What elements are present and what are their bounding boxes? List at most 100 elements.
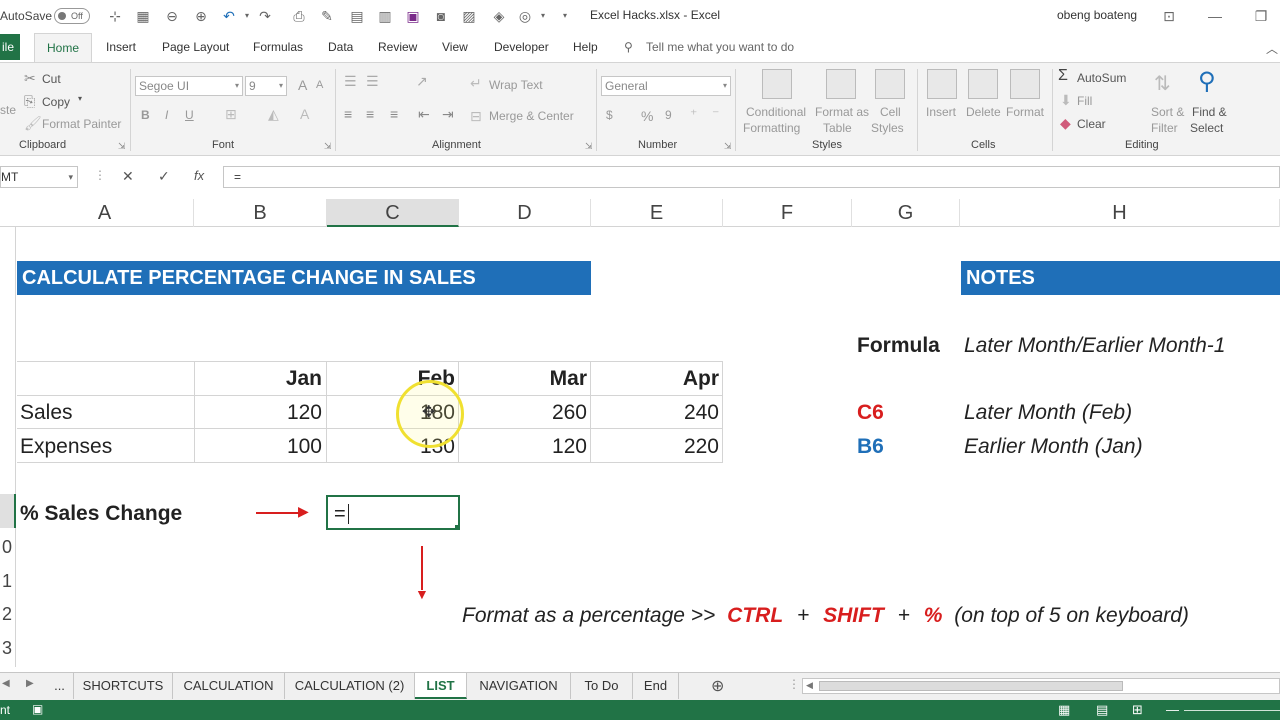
insert-cells-icon[interactable] — [927, 69, 957, 99]
enter-button[interactable]: ✓ — [158, 168, 170, 185]
column-header-a[interactable]: A — [16, 199, 194, 227]
active-row-header[interactable] — [0, 494, 16, 528]
zoom-out-icon[interactable]: ⊖ — [163, 7, 181, 25]
column-header-d[interactable]: D — [459, 199, 591, 227]
form-icon[interactable]: ▤ — [348, 7, 366, 25]
find-select-icon[interactable]: ⚲ — [1198, 67, 1216, 96]
column-header-g[interactable]: G — [852, 199, 960, 227]
format-as-table-icon[interactable] — [826, 69, 856, 99]
sheet-tab-navigation[interactable]: NAVIGATION — [467, 673, 571, 699]
format-cells-button[interactable]: Format — [1006, 105, 1044, 119]
spelling-icon[interactable]: ✎ — [318, 7, 336, 25]
tab-file[interactable]: ile — [0, 34, 20, 60]
fill-button[interactable]: Fill — [1077, 94, 1092, 108]
shrink-font-button[interactable]: A — [316, 79, 323, 91]
clipboard-launcher-icon[interactable]: ⇲ — [118, 141, 126, 152]
delete-cells-icon[interactable] — [968, 69, 998, 99]
conditional-formatting-icon[interactable] — [762, 69, 792, 99]
sheet-tab-calculation[interactable]: CALCULATION — [173, 673, 285, 699]
print-preview-icon[interactable]: ⎙ — [290, 7, 308, 25]
find-select-button[interactable]: Find & — [1192, 105, 1227, 119]
sort-filter-button-line2[interactable]: Filter — [1151, 121, 1178, 135]
shapes-icon[interactable]: ◈ — [490, 7, 508, 25]
row-header[interactable]: 1 — [0, 571, 12, 592]
align-right-icon[interactable]: ≡ — [390, 106, 398, 122]
align-center-icon[interactable]: ≡ — [366, 106, 374, 122]
restore-icon[interactable]: ❐ — [1252, 7, 1270, 25]
tab-home[interactable]: Home — [34, 33, 92, 63]
sheet-tab-shortcuts[interactable]: SHORTCUTS — [74, 673, 173, 699]
decrease-indent-icon[interactable]: ⇤ — [418, 106, 430, 123]
align-middle-icon[interactable]: ☰ — [366, 73, 379, 90]
autosum-icon[interactable]: Σ — [1058, 67, 1068, 85]
tab-developer[interactable]: Developer — [494, 40, 549, 54]
underline-button[interactable]: U — [185, 108, 194, 122]
column-header-h[interactable]: H — [960, 199, 1280, 227]
horizontal-scrollbar[interactable]: ◀ — [802, 678, 1280, 694]
tab-split-icon[interactable]: ⋮ — [788, 677, 800, 691]
circle-icon[interactable]: ◎ — [516, 7, 534, 25]
fill-color-icon[interactable]: ◭ — [268, 106, 279, 123]
merge-icon[interactable]: ⊟ — [470, 108, 482, 125]
grid-icon[interactable]: ▦ — [134, 7, 152, 25]
tab-help[interactable]: Help — [573, 40, 598, 54]
table-cell[interactable] — [17, 362, 195, 396]
format-painter-icon[interactable]: 🖌 — [24, 115, 42, 132]
font-name-combo[interactable]: Segoe UI ▾ — [135, 76, 243, 96]
formula-input[interactable]: = — [223, 166, 1280, 188]
comma-button[interactable]: 9 — [665, 108, 672, 122]
align-left-icon[interactable]: ≡ — [344, 106, 352, 122]
autosave-toggle[interactable]: Off — [54, 8, 90, 24]
tab-review[interactable]: Review — [378, 40, 417, 54]
find-select-button-line2[interactable]: Select — [1190, 121, 1223, 135]
active-cell-c7[interactable]: = — [326, 495, 460, 530]
customize-qat-icon[interactable]: ▾ — [556, 7, 574, 25]
wrap-text-icon[interactable]: ↵ — [470, 75, 482, 92]
column-header-b[interactable]: B — [194, 199, 327, 227]
tab-data[interactable]: Data — [328, 40, 353, 54]
clear-icon[interactable]: ◆ — [1060, 115, 1071, 132]
italic-button[interactable]: I — [165, 108, 168, 122]
row-header[interactable]: 2 — [0, 604, 12, 625]
scroll-next-tab-icon[interactable]: ▶ — [26, 678, 34, 689]
cell-styles-icon[interactable] — [875, 69, 905, 99]
decrease-decimal-icon[interactable]: ⁻ — [712, 106, 719, 123]
undo-dropdown-icon[interactable]: ▾ — [238, 7, 256, 25]
cancel-button[interactable]: ✕ — [122, 168, 134, 185]
copy-icon[interactable]: ⎘ — [24, 93, 35, 110]
sheet-tab-list[interactable]: LIST — [415, 673, 467, 699]
redo-icon[interactable]: ↷ — [256, 7, 274, 25]
scroll-left-icon[interactable]: ◀ — [806, 680, 813, 691]
fill-handle[interactable] — [455, 525, 460, 530]
sheet-tab-calculation-2[interactable]: CALCULATION (2) — [285, 673, 415, 699]
delete-cells-button[interactable]: Delete — [966, 105, 1001, 119]
font-size-combo[interactable]: 9 ▾ — [245, 76, 287, 96]
currency-button[interactable]: $ — [606, 108, 613, 122]
merge-center-button[interactable]: Merge & Center — [489, 109, 574, 123]
tab-formulas[interactable]: Formulas — [253, 40, 303, 54]
fill-icon[interactable]: ⬇ — [1060, 92, 1072, 109]
table-icon[interactable]: ▥ — [376, 7, 394, 25]
tab-ellipsis[interactable]: ... — [46, 673, 74, 699]
increase-decimal-icon[interactable]: ⁺ — [690, 106, 697, 123]
tell-me-box[interactable]: Tell me what you want to do — [646, 40, 794, 54]
tab-page-layout[interactable]: Page Layout — [162, 40, 229, 54]
name-box[interactable]: MT ▾ — [0, 166, 78, 188]
tab-view[interactable]: View — [442, 40, 468, 54]
row-header[interactable]: 3 — [0, 638, 12, 659]
cell-styles-button-line2[interactable]: Styles — [871, 121, 904, 135]
format-as-table-button[interactable]: Format as — [815, 105, 869, 119]
bold-button[interactable]: B — [141, 108, 150, 122]
macro-record-icon[interactable]: ▣ — [32, 702, 43, 716]
alignment-launcher-icon[interactable]: ⇲ — [585, 141, 593, 152]
cut-icon[interactable]: ✂ — [24, 70, 36, 87]
borders-icon[interactable]: ⊞ — [225, 106, 237, 123]
increase-indent-icon[interactable]: ⇥ — [442, 106, 454, 123]
save-icon[interactable]: ▣ — [404, 7, 422, 25]
align-top-icon[interactable]: ☰ — [344, 73, 357, 90]
ribbon-collapse-icon[interactable]: ︿ — [1266, 40, 1278, 57]
sheet-tab-to-do[interactable]: To Do — [571, 673, 633, 699]
zoom-out-status-icon[interactable]: — — [1166, 702, 1179, 717]
format-cells-icon[interactable] — [1010, 69, 1040, 99]
insert-function-button[interactable]: fx — [194, 168, 204, 183]
